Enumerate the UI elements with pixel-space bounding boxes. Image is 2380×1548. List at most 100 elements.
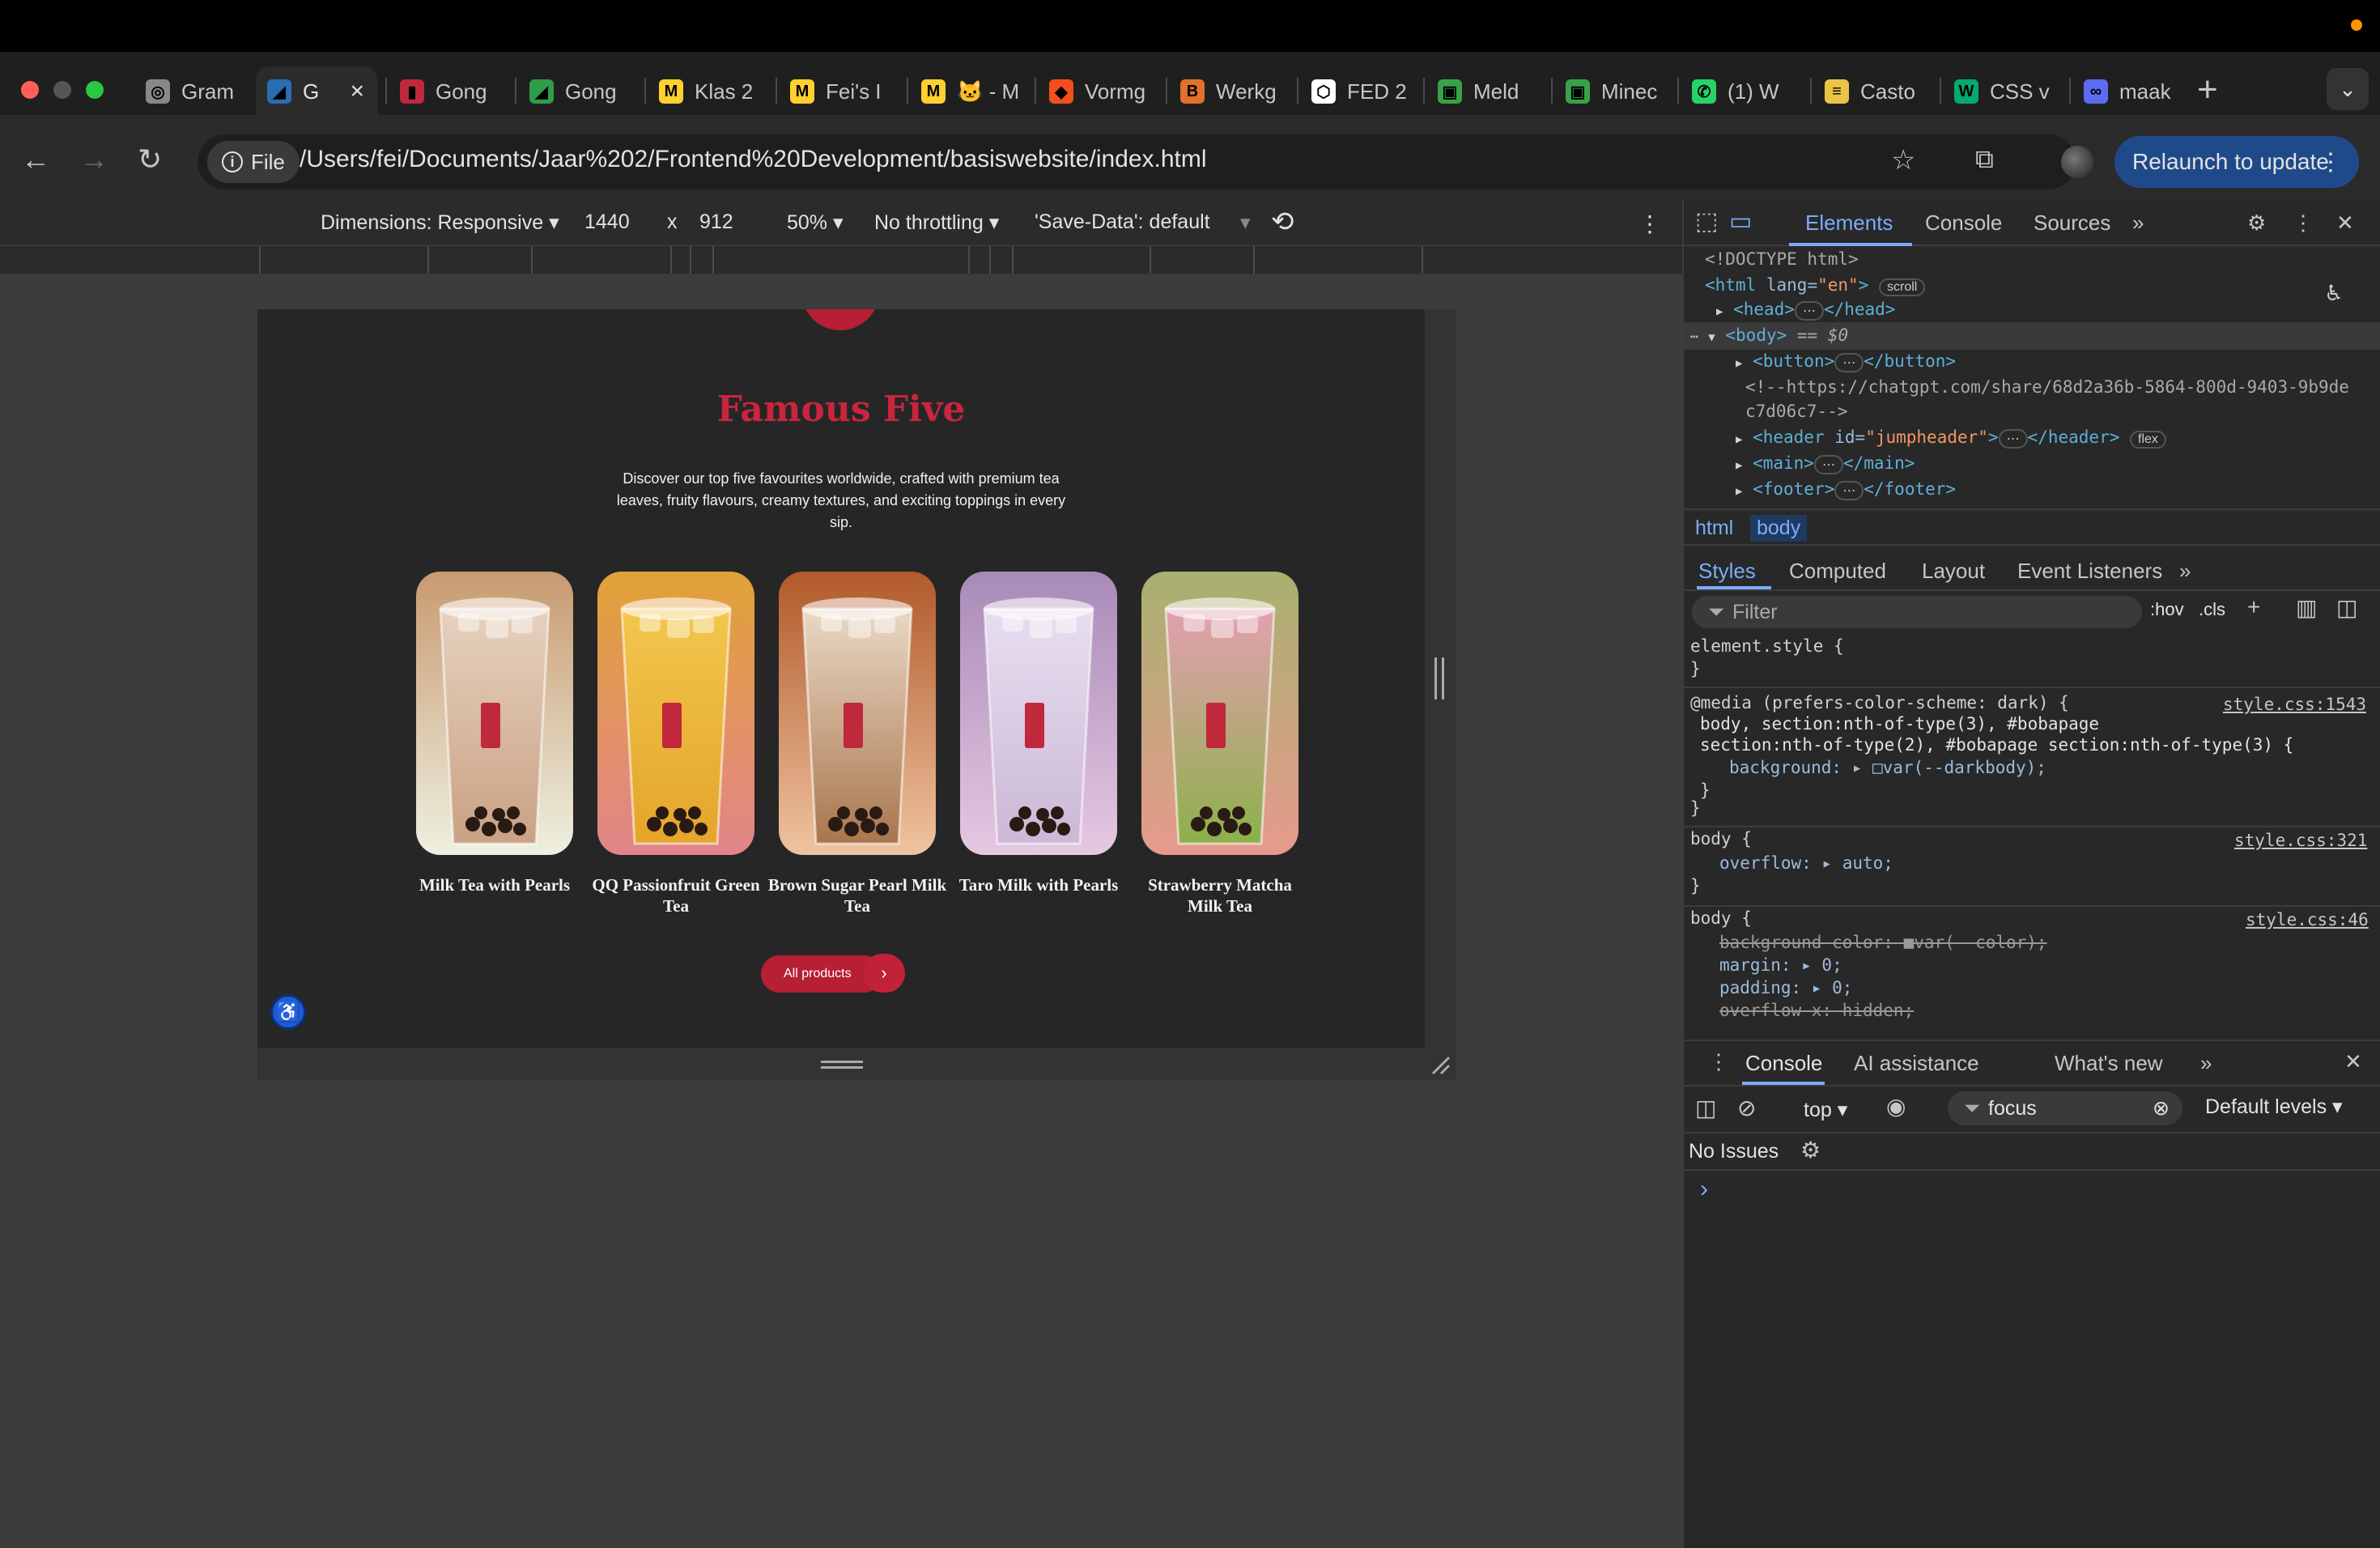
node-actions-icon[interactable]: ⋯ <box>1690 329 1698 344</box>
console-prompt-icon[interactable]: › <box>1700 1176 1708 1203</box>
chevron-down-icon[interactable]: ▾ <box>1240 211 1251 235</box>
media-selector-1[interactable]: body, section:nth-of-type(3), #bobapage <box>1700 714 2099 734</box>
source-link[interactable]: style.css:321 <box>2234 831 2367 850</box>
comment-node-line-2[interactable]: c7d06c7--> <box>1745 402 1847 421</box>
browser-tab[interactable]: ◆ Vormg <box>1038 66 1151 117</box>
accessibility-tree-icon[interactable]: ♿ <box>2327 279 2341 307</box>
log-levels-dropdown[interactable]: Default levels ▾ <box>2205 1095 2343 1119</box>
live-expression-eye-icon[interactable]: ◉ <box>1886 1093 1906 1120</box>
browser-tab[interactable]: ◢ G × <box>256 66 377 117</box>
doctype-node[interactable]: <!DOCTYPE html> <box>1705 249 1859 269</box>
close-drawer-icon[interactable]: ✕ <box>2344 1049 2362 1074</box>
body-rule-selector[interactable]: body { <box>1690 829 1752 848</box>
main-node[interactable]: ▶ <main> ⋯ </main> <box>1736 453 1915 474</box>
console-filter-input[interactable]: ⏷ focus ⊗ <box>1948 1091 2182 1125</box>
browser-tab[interactable]: ⬡ FED 2 <box>1300 66 1413 117</box>
overflow-property[interactable]: overflow: ▸ auto; <box>1719 853 1893 873</box>
product-card[interactable] <box>779 572 936 855</box>
flex-badge[interactable]: flex <box>2130 431 2166 449</box>
browser-tab[interactable]: B Werkg <box>1169 66 1282 117</box>
drawer-menu-icon[interactable]: ⋮ <box>1708 1049 1729 1074</box>
collapsed-ellipsis[interactable]: ⋯ <box>1813 455 1843 474</box>
drawer-tab-whats-new[interactable]: What's new <box>2055 1051 2163 1076</box>
breadcrumb-body[interactable]: body <box>1750 515 1808 542</box>
product-card[interactable] <box>960 572 1117 855</box>
paint-icon[interactable]: ▥ <box>2296 594 2317 621</box>
new-tab-button[interactable]: + <box>2197 70 2218 110</box>
collapsed-ellipsis[interactable]: ⋯ <box>1998 429 2028 449</box>
grip-corner-icon[interactable] <box>1430 1054 1451 1075</box>
media-query-ruler[interactable] <box>0 246 1682 275</box>
padding-property[interactable]: padding: ▸ 0; <box>1719 978 1852 997</box>
tab-styles[interactable]: Styles <box>1698 559 1756 584</box>
minimize-window-icon[interactable] <box>53 81 71 99</box>
browser-tab[interactable]: M Klas 2 <box>648 66 761 117</box>
more-vertical-icon[interactable]: ⋮ <box>2318 148 2343 176</box>
maximize-window-icon[interactable] <box>86 81 104 99</box>
url-text[interactable]: /Users/fei/Documents/Jaar%202/Frontend%2… <box>300 146 1207 173</box>
html-node[interactable]: <html lang="en"> scroll <box>1705 275 1926 296</box>
drawer-tab-console[interactable]: Console <box>1745 1051 1822 1076</box>
browser-tab[interactable]: ✆ (1) W <box>1681 66 1794 117</box>
tab-console[interactable]: Console <box>1925 211 2002 236</box>
product-name[interactable]: Brown Sugar Pearl Milk Tea <box>767 874 948 916</box>
expand-arrow-icon[interactable]: ▶ <box>1736 433 1742 446</box>
expand-arrow-icon[interactable]: ▶ <box>1716 305 1723 318</box>
zoom-dropdown[interactable]: 50% ▾ <box>787 211 844 235</box>
product-card[interactable] <box>416 572 573 855</box>
head-node[interactable]: ▶ <head> ⋯ </head> <box>1716 300 1895 321</box>
expand-arrow-icon[interactable]: ▶ <box>1736 485 1742 498</box>
devtools-menu-icon[interactable]: ⋮ <box>2293 211 2314 236</box>
dimensions-dropdown[interactable]: Dimensions: Responsive ▾ <box>321 211 559 235</box>
collapsed-ellipsis[interactable]: ⋯ <box>1834 353 1864 372</box>
collapsed-ellipsis[interactable]: ⋯ <box>1834 481 1864 500</box>
more-tabs-icon[interactable]: » <box>2132 211 2144 236</box>
clear-filter-icon[interactable]: ⊗ <box>2153 1096 2170 1121</box>
tab-layout[interactable]: Layout <box>1922 559 1985 584</box>
hov-toggle[interactable]: :hov <box>2150 599 2184 620</box>
drawer-tab-ai-assistance[interactable]: AI assistance <box>1854 1051 1979 1076</box>
tab-computed[interactable]: Computed <box>1789 559 1886 584</box>
tab-event-listeners[interactable]: Event Listeners <box>2017 559 2162 584</box>
browser-tab[interactable]: ▮ Gong <box>389 66 502 117</box>
back-icon[interactable]: ← <box>21 142 50 176</box>
button-node[interactable]: ▶ <button> ⋯ </button> <box>1736 351 1956 372</box>
collapsed-ellipsis[interactable]: ⋯ <box>1794 301 1824 321</box>
media-query[interactable]: @media (prefers-color-scheme: dark) { <box>1690 693 2069 712</box>
product-card[interactable] <box>597 572 754 855</box>
close-tab-icon[interactable]: × <box>350 78 364 105</box>
scroll-badge[interactable]: scroll <box>1878 279 1926 296</box>
browser-tab[interactable]: M 🐱 - M <box>910 66 1023 117</box>
site-info-chip[interactable]: i File <box>207 141 300 183</box>
more-drawer-tabs-icon[interactable]: » <box>2200 1051 2212 1076</box>
expand-arrow-icon[interactable]: ▶ <box>1736 459 1742 472</box>
styles-filter-input[interactable]: ⏷ Filter <box>1692 596 2142 628</box>
breadcrumb-html[interactable]: html <box>1695 517 1733 540</box>
overflow-x-property[interactable]: overflow-x: hidden; <box>1719 1001 1914 1020</box>
device-toggle-icon[interactable]: ▭ <box>1729 207 1752 236</box>
console-settings-gear-icon[interactable]: ⚙ <box>1800 1137 1821 1163</box>
source-link[interactable]: style.css:46 <box>2246 910 2369 929</box>
reload-icon[interactable]: ↻ <box>138 142 162 176</box>
relaunch-button[interactable]: Relaunch to update ⋮ <box>2114 136 2359 188</box>
source-link[interactable]: style.css:1543 <box>2223 695 2366 714</box>
comment-node-line-1[interactable]: <!--https://chatgpt.com/share/68d2a36b-5… <box>1745 377 2349 397</box>
tab-sources[interactable]: Sources <box>2034 211 2110 236</box>
product-card[interactable] <box>1141 572 1298 855</box>
grip-bottom-icon[interactable] <box>821 1061 863 1069</box>
throttling-dropdown[interactable]: No throttling ▾ <box>874 211 999 235</box>
body-rule-selector[interactable]: body { <box>1690 908 1752 928</box>
footer-node[interactable]: ▶ <footer> ⋯ </footer> <box>1736 479 1956 500</box>
accessibility-icon[interactable]: ♿ <box>270 994 306 1030</box>
product-name[interactable]: Milk Tea with Pearls <box>404 874 585 895</box>
rotate-icon[interactable]: ⟲ <box>1271 206 1294 238</box>
browser-tab[interactable]: ◢ Gong <box>518 66 631 117</box>
new-rule-icon[interactable]: + <box>2247 594 2260 620</box>
product-name[interactable]: Strawberry Matcha Milk Tea <box>1129 874 1311 916</box>
close-devtools-icon[interactable]: ✕ <box>2336 211 2354 236</box>
background-color-property[interactable]: background-color: ■var(--color); <box>1719 933 2047 952</box>
context-selector[interactable]: top ▾ <box>1804 1098 1847 1122</box>
body-node[interactable]: ⋯ ▼ <body> == $0 <box>1690 325 1848 345</box>
browser-tab[interactable]: ◎ Gram <box>134 66 256 117</box>
clear-console-icon[interactable]: ⊘ <box>1737 1095 1756 1121</box>
